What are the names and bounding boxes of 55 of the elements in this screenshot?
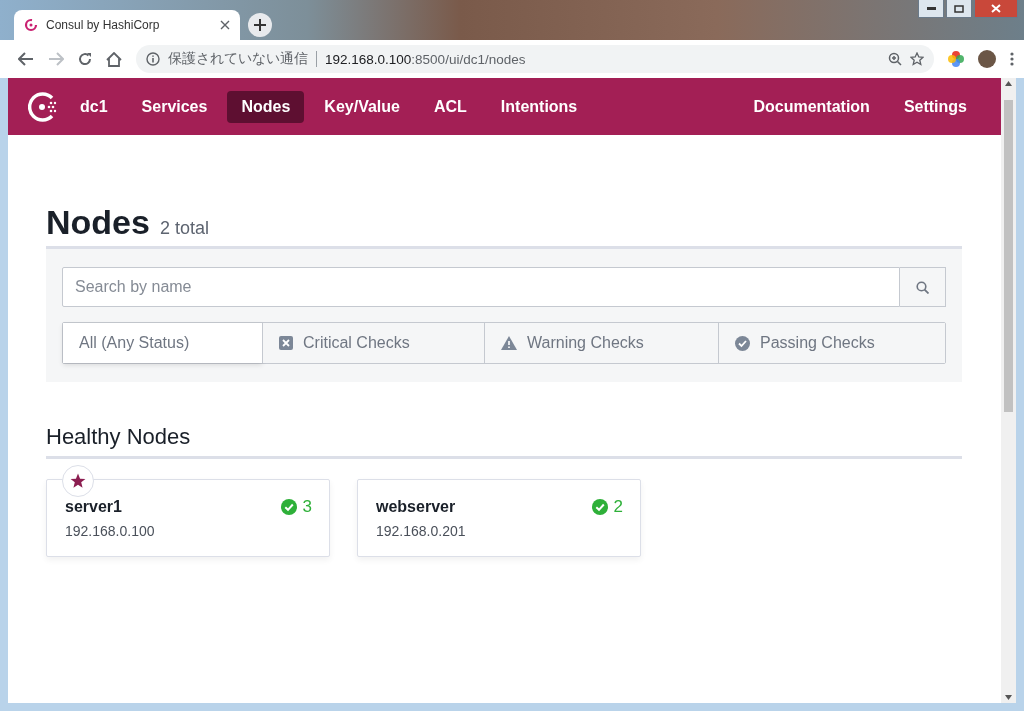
passing-check-count: 3 [302,497,312,517]
plus-icon [254,19,266,31]
node-count: 2 total [159,218,209,239]
nav-link[interactable]: Intentions [486,90,592,123]
nav-link[interactable]: Nodes [227,90,305,123]
warning-icon [501,336,517,350]
browser-tab[interactable]: Consul by HashiCorp [14,10,240,40]
address-bar[interactable]: 保護されていない通信 192.168.0.100:8500/ui/dc1/nodes [136,45,934,73]
node-name: server1 [65,498,122,516]
close-icon [991,4,1001,13]
scroll-down-arrow-icon[interactable] [1005,695,1012,700]
consul-logo-icon [24,18,38,32]
home-icon[interactable] [106,51,122,67]
zoom-icon[interactable] [888,52,902,66]
node-address: 192.168.0.100 [65,523,156,539]
nav-link[interactable]: Documentation [739,90,884,123]
tab-title: Consul by HashiCorp [46,18,161,32]
minimize-button[interactable] [918,0,944,18]
node-address: 192.168.0.201 [376,523,467,539]
status-filter-tab[interactable]: All (Any Status) [63,323,262,363]
section-heading: Healthy Nodes [46,424,962,459]
node-name: webserver [376,498,456,516]
new-tab-button[interactable] [248,13,272,37]
nav-link[interactable]: ACL [419,90,481,123]
scrollbar[interactable] [1001,78,1016,703]
nav-link[interactable]: Key/Value [310,90,414,123]
nav-link[interactable]: Services [127,90,222,123]
maximize-icon [954,4,964,13]
maximize-button[interactable] [946,0,972,18]
menu-icon[interactable] [1010,52,1014,66]
search-icon [916,280,929,294]
x-square-icon [279,336,293,350]
status-filter-tab[interactable]: Passing Checks [718,323,945,363]
passing-check-count: 2 [613,497,623,517]
check-circle-icon [280,499,297,515]
close-window-button[interactable] [974,0,1018,18]
profile-avatar[interactable] [978,50,996,68]
datacenter-link[interactable]: dc1 [66,90,122,123]
info-icon [146,52,160,66]
minimize-icon [926,7,936,10]
reload-icon[interactable] [78,52,92,66]
close-icon[interactable] [220,20,230,30]
node-card[interactable]: webserver 2 192.168.0.201 [357,479,641,557]
back-arrow-icon[interactable] [18,52,34,66]
page-title: Nodes [46,203,150,242]
url-text: 192.168.0.100:8500/ui/dc1/nodes [325,51,526,67]
nav-link[interactable]: Settings [889,90,981,123]
scroll-up-arrow-icon[interactable] [1005,81,1012,86]
star-outline-icon[interactable] [910,52,924,66]
check-circle-icon [591,499,608,515]
node-card[interactable]: server1 3 192.168.0.100 [46,479,330,557]
extension-icon[interactable] [948,51,964,67]
search-field[interactable]: Search by name [62,267,900,307]
security-label: 保護されていない通信 [168,50,308,68]
check-circle-icon [735,335,750,351]
